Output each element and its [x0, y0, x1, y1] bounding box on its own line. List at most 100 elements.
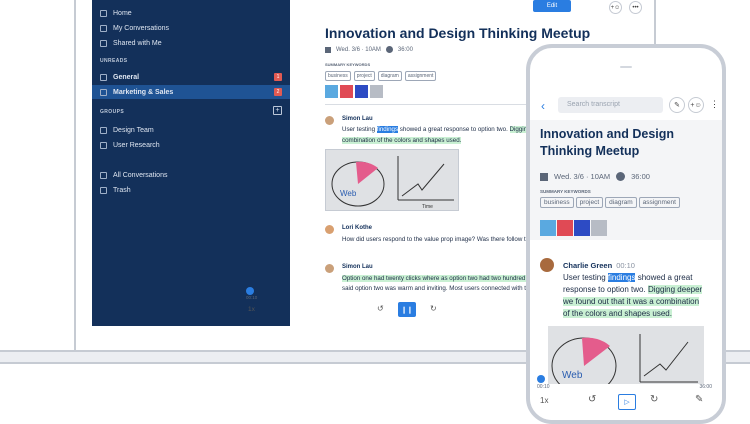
add-user-icon[interactable]: +☺: [609, 1, 622, 14]
unread-badge: 1: [274, 73, 282, 81]
meeting-duration: 36:00: [631, 172, 650, 181]
search-highlight: findings: [607, 273, 636, 282]
keyword-chip[interactable]: business: [540, 197, 574, 208]
text-segment: showed a great response to option two.: [398, 126, 510, 133]
thumbnail-image[interactable]: [557, 220, 573, 236]
rewind-icon[interactable]: ↺: [588, 394, 596, 405]
player-controls: 00:10 36:00 1x ↺ ▷ ↻ ✎: [530, 384, 722, 420]
sidebar-item-shared[interactable]: Shared with Me: [100, 37, 162, 49]
keyword-chip[interactable]: diagram: [377, 71, 402, 81]
keyword-chip[interactable]: assignment: [404, 71, 437, 81]
play-button[interactable]: ▷: [618, 394, 636, 410]
pause-button[interactable]: ❙❙: [398, 302, 416, 317]
text-segment: showed a great: [635, 273, 693, 282]
highlighted-text: of the colors and shapes used.: [563, 309, 672, 318]
text-segment: response to option two.: [563, 285, 648, 294]
text-segment: User testing: [342, 126, 377, 133]
keyword-chip[interactable]: project: [353, 71, 375, 81]
thumbnail-image[interactable]: [370, 85, 383, 98]
thumbnail-image[interactable]: [325, 85, 338, 98]
sidebar-item-user-research[interactable]: User Research: [100, 139, 160, 151]
more-icon[interactable]: ⋮: [710, 99, 719, 110]
playback-scrubber[interactable]: [246, 287, 254, 295]
thumbnail-image[interactable]: [340, 85, 353, 98]
thumbnail-image[interactable]: [591, 220, 607, 236]
transcript-line: User testing findings showed a great: [563, 273, 692, 282]
keyword-chip[interactable]: business: [325, 71, 351, 81]
keyword-chip[interactable]: project: [575, 197, 604, 208]
keywords-label: SUMMARY KEYWORDS: [325, 62, 371, 67]
add-group-button[interactable]: +: [273, 106, 282, 115]
group-icon: [100, 88, 107, 96]
whiteboard-image[interactable]: Web: [548, 326, 704, 395]
more-options-button[interactable]: •••: [629, 1, 642, 14]
playback-speed[interactable]: 1x: [248, 306, 255, 313]
highlighted-text: we found out that it was a combination: [563, 297, 700, 306]
groups-heading: GROUPS: [100, 109, 125, 115]
sidebar-item-trash[interactable]: Trash: [100, 184, 131, 196]
sketch-word: Web: [562, 370, 583, 381]
thumbnail-image[interactable]: [574, 220, 590, 236]
page-title: Innovation and Design Thinking Meetup: [540, 127, 675, 158]
transcript-line: we found out that it was a combination: [563, 297, 700, 306]
sidebar-item-label: Marketing & Sales: [113, 88, 174, 96]
meeting-date: Wed. 3/6 · 10AM: [336, 46, 381, 53]
transcript-line: response to option two. Digging deeper: [563, 285, 703, 294]
sidebar-item-all-conversations[interactable]: All Conversations: [100, 169, 167, 181]
playback-speed[interactable]: 1x: [540, 396, 548, 405]
group-icon: [100, 141, 107, 149]
sidebar-item-design-team[interactable]: Design Team: [100, 124, 154, 136]
sidebar-item-marketing[interactable]: Marketing & Sales: [100, 86, 173, 98]
avatar: [540, 258, 554, 272]
avatar: [325, 264, 334, 273]
keyword-chips: business project diagram assignment: [325, 71, 437, 81]
playback-time: 00:10: [246, 295, 258, 300]
sidebar-item-my-conversations[interactable]: My Conversations: [100, 22, 169, 34]
back-button[interactable]: ‹: [541, 99, 545, 113]
edit-icon[interactable]: ✎: [669, 97, 685, 113]
sketch-word: Web: [340, 189, 357, 198]
playback-time: 00:10: [537, 384, 550, 390]
calendar-icon: [540, 172, 548, 181]
playback-scrubber[interactable]: [537, 375, 545, 383]
edit-button[interactable]: Edit: [533, 0, 571, 12]
meeting-meta: Wed. 3/6 · 10AM 36:00: [540, 172, 650, 181]
search-input[interactable]: Search transcript: [558, 97, 663, 113]
speaker-name: Simon Lau: [342, 116, 373, 122]
clock-icon: [385, 46, 393, 53]
speaker-name: Charlie Green 00:10: [563, 261, 635, 270]
transcript-line: of the colors and shapes used.: [563, 309, 672, 318]
add-user-icon[interactable]: +☺: [688, 97, 704, 113]
conversations-icon: [100, 171, 107, 179]
message-timestamp: 00:10: [616, 261, 635, 270]
sidebar-item-label: Shared with Me: [113, 39, 162, 47]
sidebar-item-home[interactable]: Home: [100, 7, 132, 19]
group-icon: [100, 73, 107, 81]
thumbnail-image[interactable]: [355, 85, 368, 98]
keyword-chip[interactable]: assignment: [638, 197, 680, 208]
forward-icon[interactable]: ↻: [430, 304, 437, 313]
keyword-chip[interactable]: diagram: [605, 197, 637, 208]
sidebar-item-general[interactable]: General: [100, 71, 139, 83]
meeting-duration: 36:00: [397, 46, 413, 53]
group-icon: [100, 126, 107, 134]
image-thumbnails: [540, 220, 607, 236]
speaker-name: Simon Lau: [342, 264, 373, 270]
shared-icon: [100, 39, 107, 47]
keyword-chips: business project diagram assignment: [540, 197, 680, 208]
phone-header: Innovation and Design Thinking Meetup We…: [530, 120, 722, 240]
sidebar-item-label: General: [113, 73, 140, 81]
sidebar-item-label: Trash: [113, 186, 131, 194]
meeting-meta: Wed. 3/6 · 10AM 36:00: [325, 46, 413, 53]
sketch-word: Time: [422, 204, 433, 210]
forward-icon[interactable]: ↻: [650, 394, 658, 405]
unreads-heading: UNREADS: [100, 58, 128, 64]
edit-icon[interactable]: ✎: [695, 394, 703, 405]
thumbnail-image[interactable]: [540, 220, 556, 236]
chat-icon: [100, 24, 107, 32]
sidebar-item-label: My Conversations: [113, 24, 170, 32]
rewind-icon[interactable]: ↺: [377, 304, 384, 313]
sidebar-item-label: Home: [113, 9, 132, 17]
whiteboard-image[interactable]: Web Time: [325, 149, 459, 211]
avatar: [325, 225, 334, 234]
